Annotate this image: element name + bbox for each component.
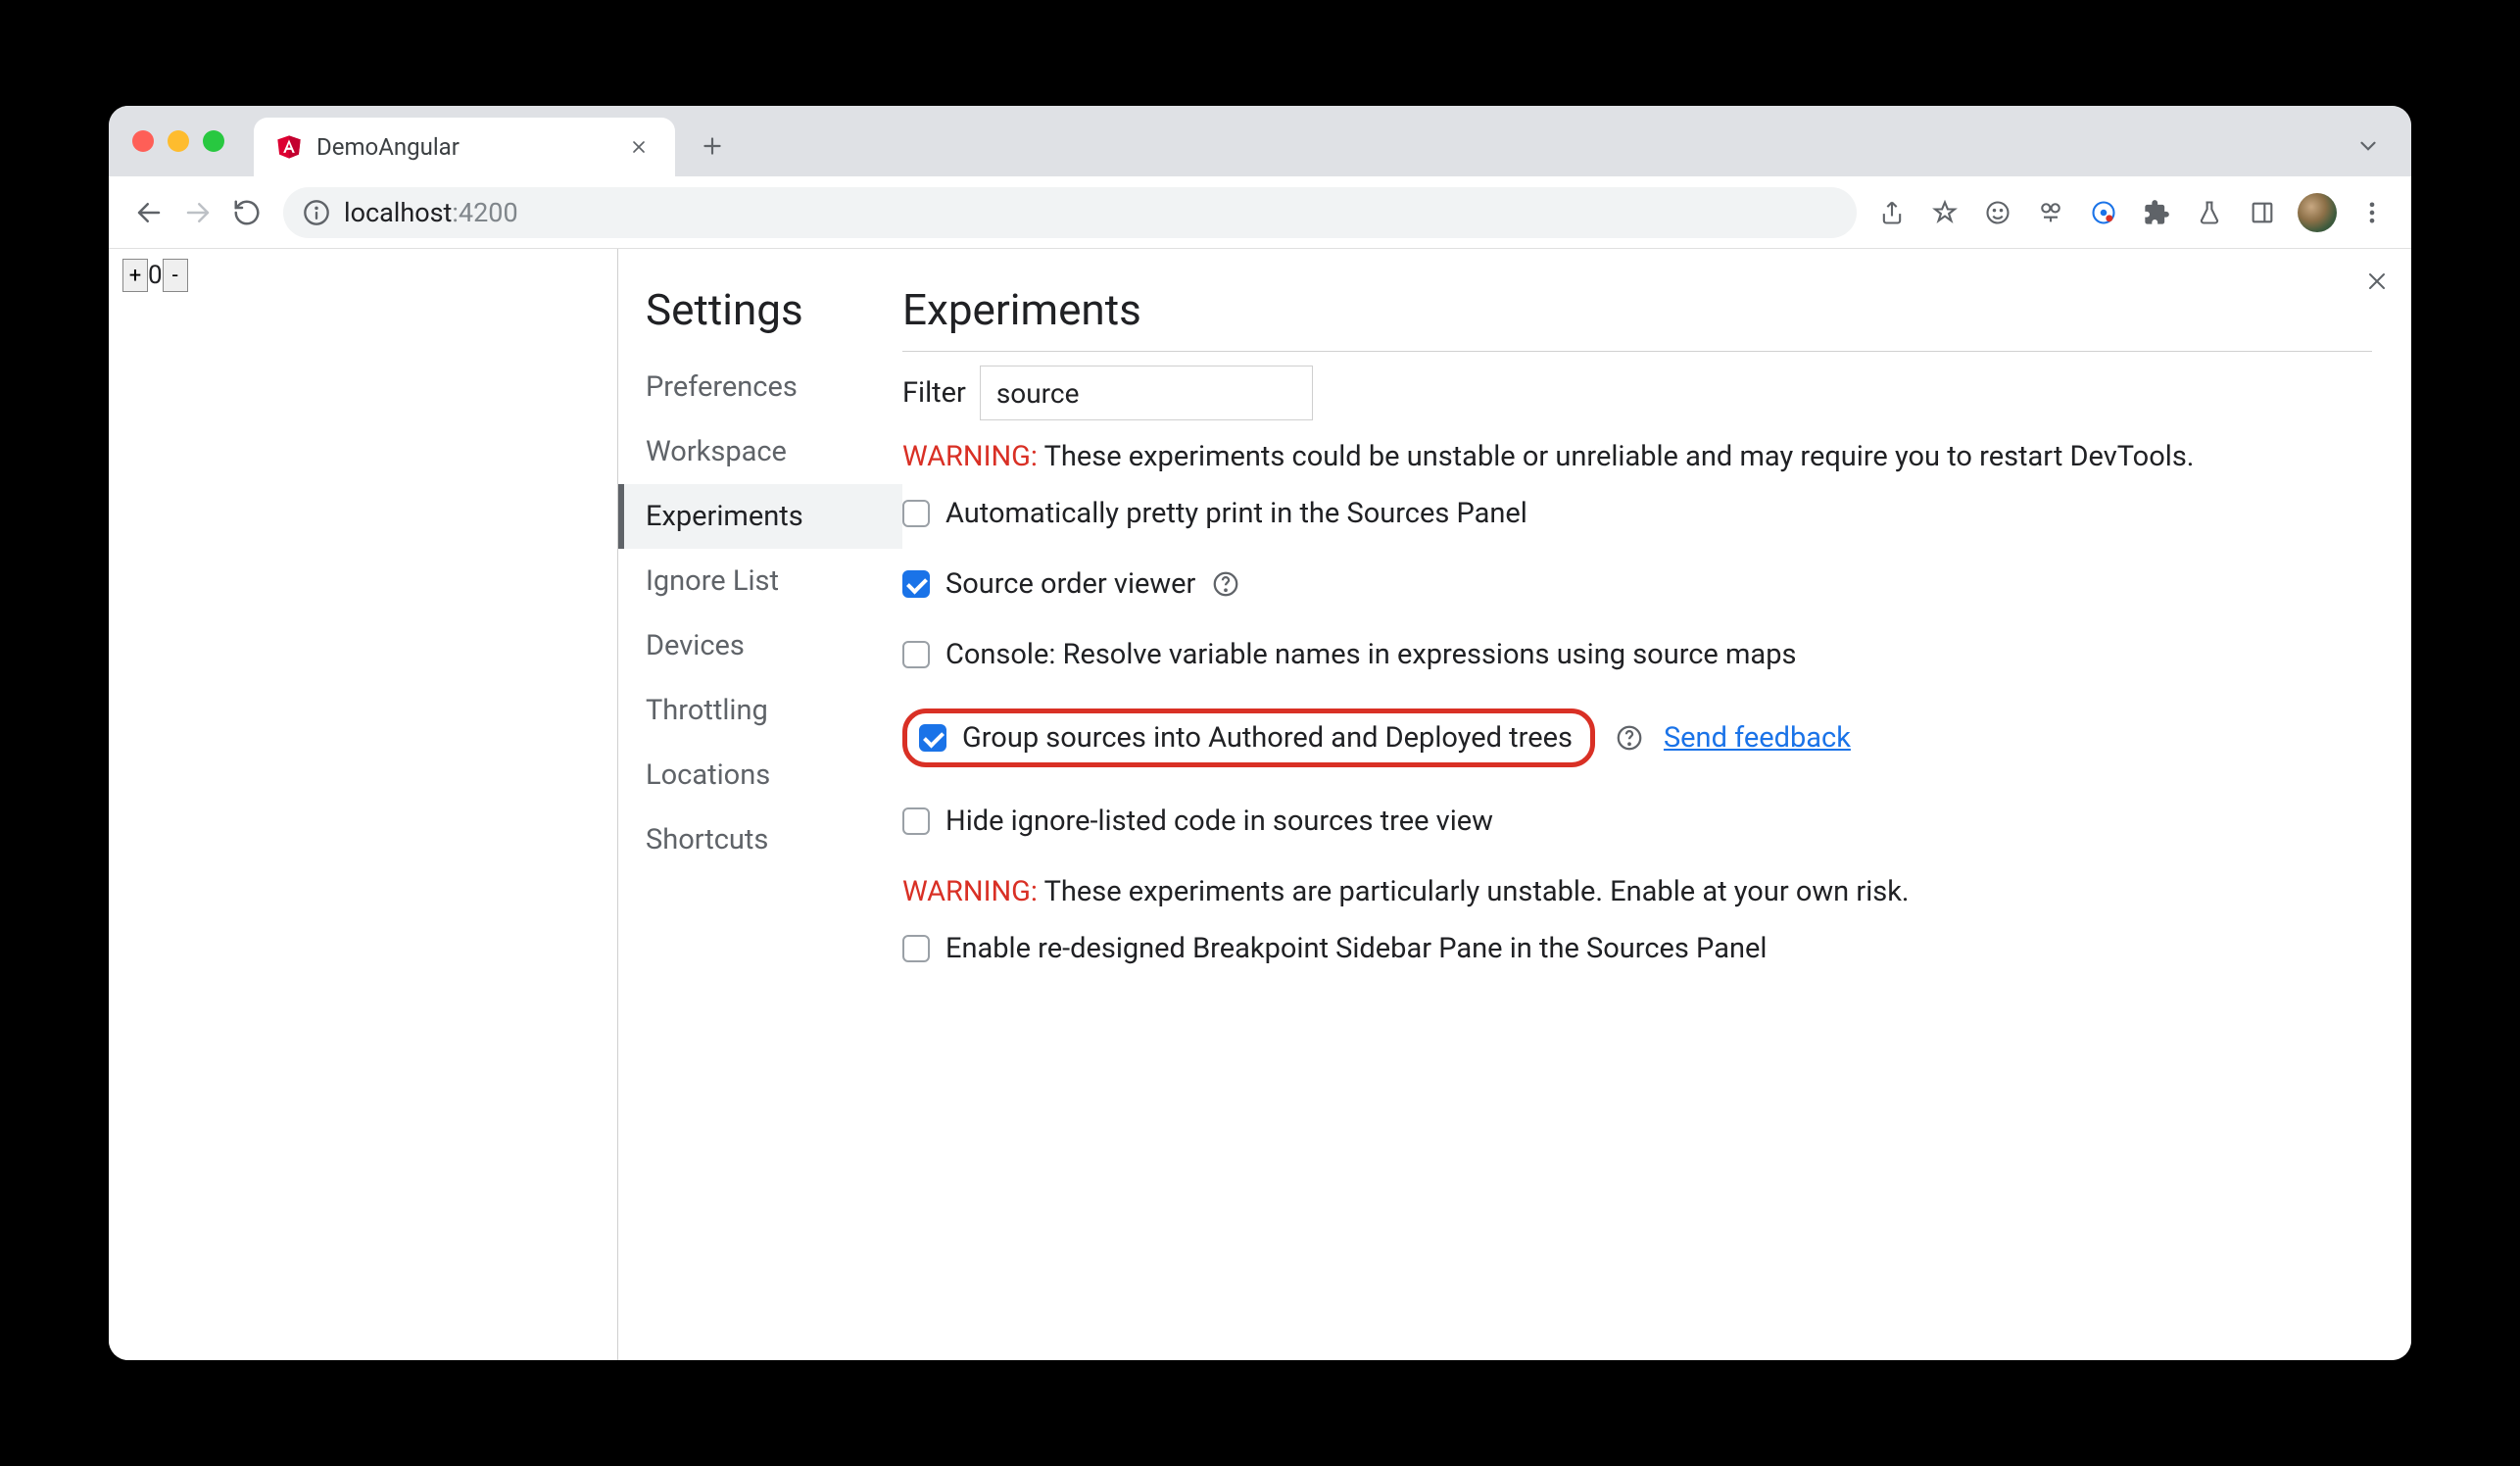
checkbox-group-sources[interactable] (919, 724, 946, 752)
filter-input[interactable] (980, 366, 1313, 420)
star-icon[interactable] (1921, 189, 1968, 236)
exp-label: Source order viewer (945, 567, 1195, 601)
send-feedback-link[interactable]: Send feedback (1664, 721, 1851, 755)
page-content: + 0 - (109, 249, 618, 1360)
experiment-row: Source order viewer (902, 567, 2372, 601)
warning-text: These experiments are particularly unsta… (1038, 875, 1910, 908)
checkbox-source-order[interactable] (902, 570, 930, 598)
checkbox-hide-ignored[interactable] (902, 807, 930, 835)
browser-tab[interactable]: DemoAngular (254, 118, 675, 176)
experiments-title: Experiments (902, 284, 2372, 352)
experiment-row: Hide ignore-listed code in sources tree … (902, 805, 2372, 838)
counter-value: 0 (148, 261, 163, 290)
content-area: + 0 - Settings Preferences Workspace Exp… (109, 249, 2411, 1360)
nav-ignore-list[interactable]: Ignore List (618, 549, 902, 613)
warning-very-unstable: WARNING: These experiments are particula… (902, 875, 2372, 908)
checkbox-pretty-print[interactable] (902, 500, 930, 527)
window-minimize-button[interactable] (168, 130, 189, 152)
tab-title: DemoAngular (316, 133, 624, 161)
toolbar-icons (1868, 189, 2396, 236)
nav-locations[interactable]: Locations (618, 743, 902, 807)
tab-overflow-button[interactable] (2345, 122, 2392, 170)
warning-unstable: WARNING: These experiments could be unst… (902, 440, 2372, 473)
nav-workspace[interactable]: Workspace (618, 419, 902, 484)
new-tab-button[interactable] (689, 122, 736, 170)
warning-text: These experiments could be unstable or u… (1038, 440, 2194, 473)
extension1-icon[interactable] (1974, 189, 2021, 236)
settings-sidebar: Settings Preferences Workspace Experimen… (618, 249, 902, 1360)
exp-label: Group sources into Authored and Deployed… (962, 721, 1573, 755)
exp-label: Console: Resolve variable names in expre… (945, 638, 1796, 671)
site-info-icon[interactable] (303, 199, 330, 226)
checkbox-breakpoint-pane[interactable] (902, 935, 930, 962)
filter-row: Filter (902, 366, 2372, 420)
profile-avatar[interactable] (2298, 193, 2337, 232)
nav-experiments[interactable]: Experiments (618, 484, 902, 549)
angular-favicon-icon (275, 133, 303, 161)
chrome-top: DemoAngular (109, 106, 2411, 249)
help-icon[interactable] (1211, 569, 1240, 599)
extension2-icon[interactable] (2027, 189, 2074, 236)
nav-throttling[interactable]: Throttling (618, 678, 902, 743)
extension3-icon[interactable] (2080, 189, 2127, 236)
filter-label: Filter (902, 376, 966, 410)
nav-devices[interactable]: Devices (618, 613, 902, 678)
labs-icon[interactable] (2186, 189, 2233, 236)
browser-window: DemoAngular (109, 106, 2411, 1360)
experiment-row: Enable re-designed Breakpoint Sidebar Pa… (902, 932, 2372, 965)
counter-controls: + 0 - (122, 259, 604, 292)
tab-close-button[interactable] (624, 132, 654, 162)
share-icon[interactable] (1868, 189, 1915, 236)
reload-button[interactable] (222, 188, 271, 237)
url-text: localhost:4200 (344, 197, 518, 228)
exp-label: Enable re-designed Breakpoint Sidebar Pa… (945, 932, 1767, 965)
address-bar[interactable]: localhost:4200 (283, 187, 1857, 238)
exp-label: Hide ignore-listed code in sources tree … (945, 805, 1493, 838)
window-maximize-button[interactable] (203, 130, 224, 152)
experiment-row: Automatically pretty print in the Source… (902, 497, 2372, 530)
devtools-settings-panel: Settings Preferences Workspace Experimen… (618, 249, 2411, 1360)
extensions-puzzle-icon[interactable] (2133, 189, 2180, 236)
settings-main: Experiments Filter WARNING: These experi… (902, 249, 2411, 1360)
settings-title: Settings (618, 272, 902, 355)
warning-prefix: WARNING: (902, 875, 1038, 908)
panel-icon[interactable] (2239, 189, 2286, 236)
forward-button[interactable] (173, 188, 222, 237)
help-icon[interactable] (1615, 723, 1644, 753)
nav-shortcuts[interactable]: Shortcuts (618, 807, 902, 872)
experiment-row: Console: Resolve variable names in expre… (902, 638, 2372, 671)
checkbox-resolve-vars[interactable] (902, 641, 930, 668)
window-controls (132, 130, 224, 152)
nav-preferences[interactable]: Preferences (618, 355, 902, 419)
decrement-button[interactable]: - (163, 259, 188, 292)
kebab-menu-icon[interactable] (2349, 189, 2396, 236)
window-close-button[interactable] (132, 130, 154, 152)
increment-button[interactable]: + (122, 259, 148, 292)
warning-prefix: WARNING: (902, 440, 1038, 473)
exp-label: Automatically pretty print in the Source… (945, 497, 1527, 530)
browser-toolbar: localhost:4200 (109, 176, 2411, 249)
highlighted-experiment: Group sources into Authored and Deployed… (902, 709, 1595, 767)
settings-close-button[interactable] (2360, 265, 2394, 298)
tab-strip: DemoAngular (109, 106, 2411, 176)
back-button[interactable] (124, 188, 173, 237)
